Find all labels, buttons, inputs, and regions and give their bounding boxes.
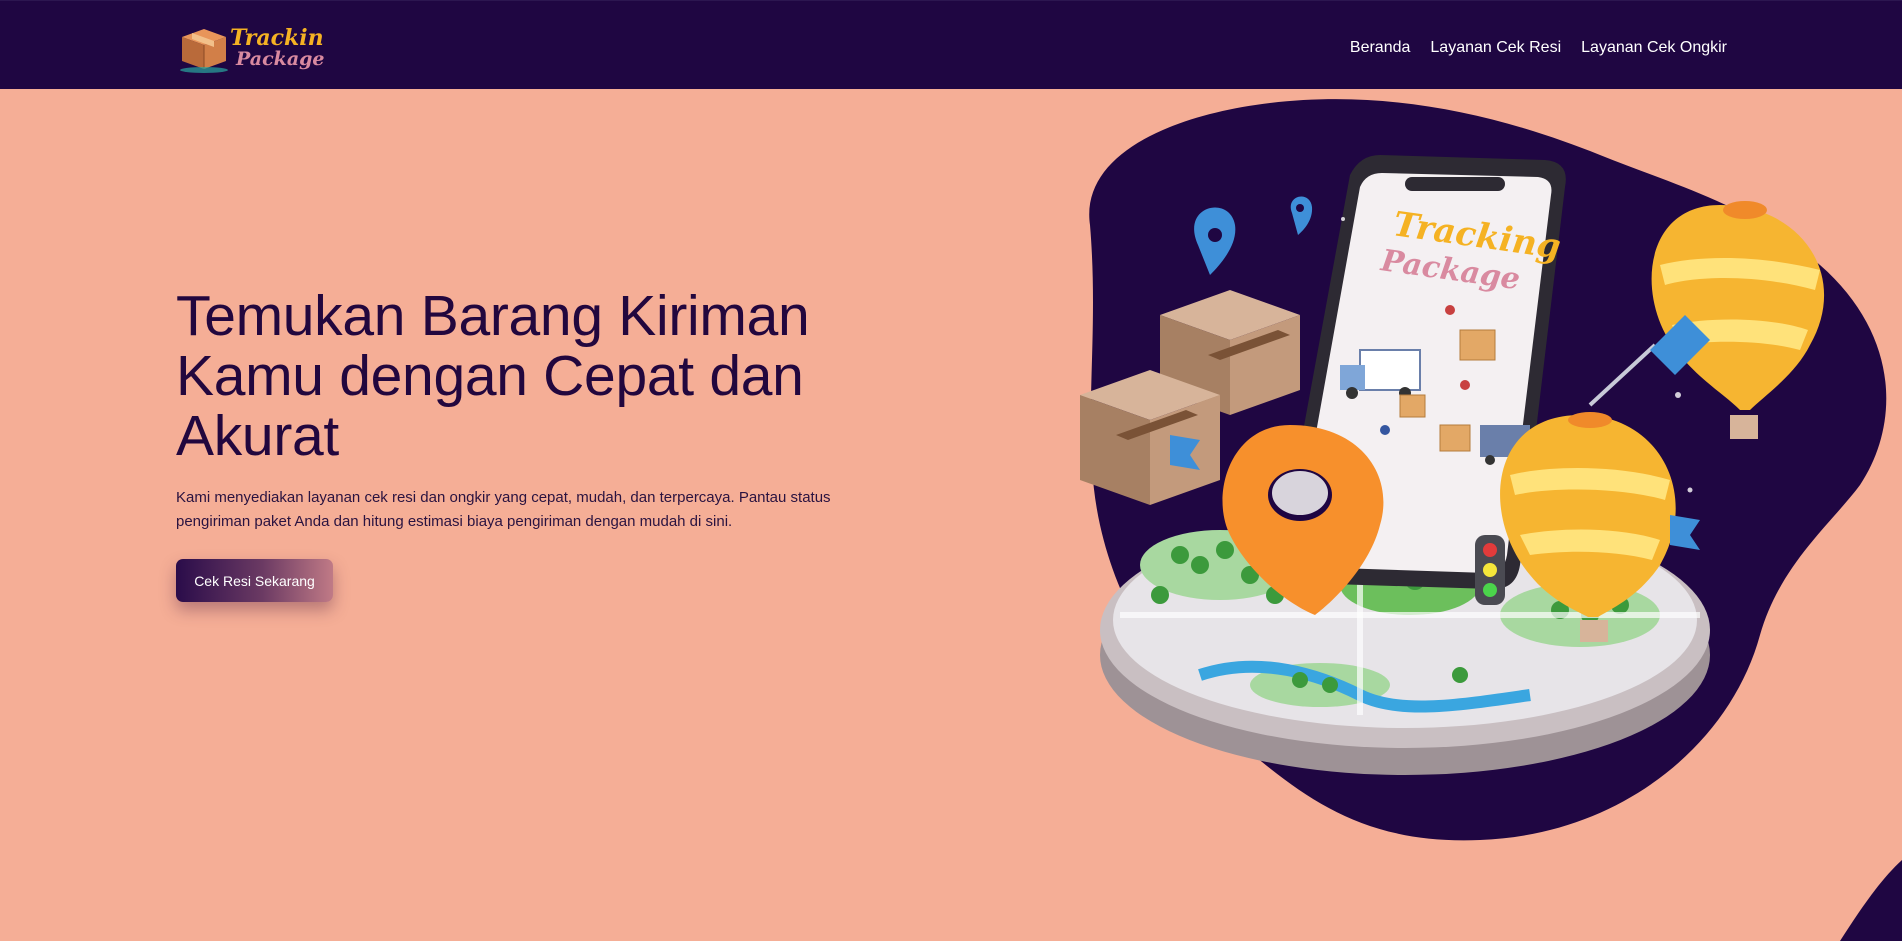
hero-title: Temukan Barang Kiriman Kamu dengan Cepat…: [176, 284, 810, 468]
hero-illustration: Tracking Package: [1060, 95, 1902, 855]
hero-description: Kami menyediakan layanan cek resi dan on…: [176, 489, 831, 530]
hero-section: Temukan Barang Kiriman Kamu dengan Cepat…: [176, 286, 876, 602]
corner-decoration: [1840, 850, 1902, 941]
site-logo[interactable]: Tracking Package: [178, 15, 324, 75]
nav-link-beranda[interactable]: Beranda: [1350, 38, 1411, 58]
cek-resi-button[interactable]: Cek Resi Sekarang: [176, 559, 333, 602]
navbar: Tracking Package Beranda Layanan Cek Res…: [0, 0, 1902, 89]
main-nav: Beranda Layanan Cek Resi Layanan Cek Ong…: [1350, 38, 1727, 58]
traffic-light: [1475, 535, 1505, 605]
nav-link-cek-resi[interactable]: Layanan Cek Resi: [1430, 38, 1561, 58]
package-box-icon: Tracking Package: [180, 25, 324, 73]
nav-link-cek-ongkir[interactable]: Layanan Cek Ongkir: [1581, 38, 1727, 58]
logo-line2: Package: [235, 48, 324, 70]
